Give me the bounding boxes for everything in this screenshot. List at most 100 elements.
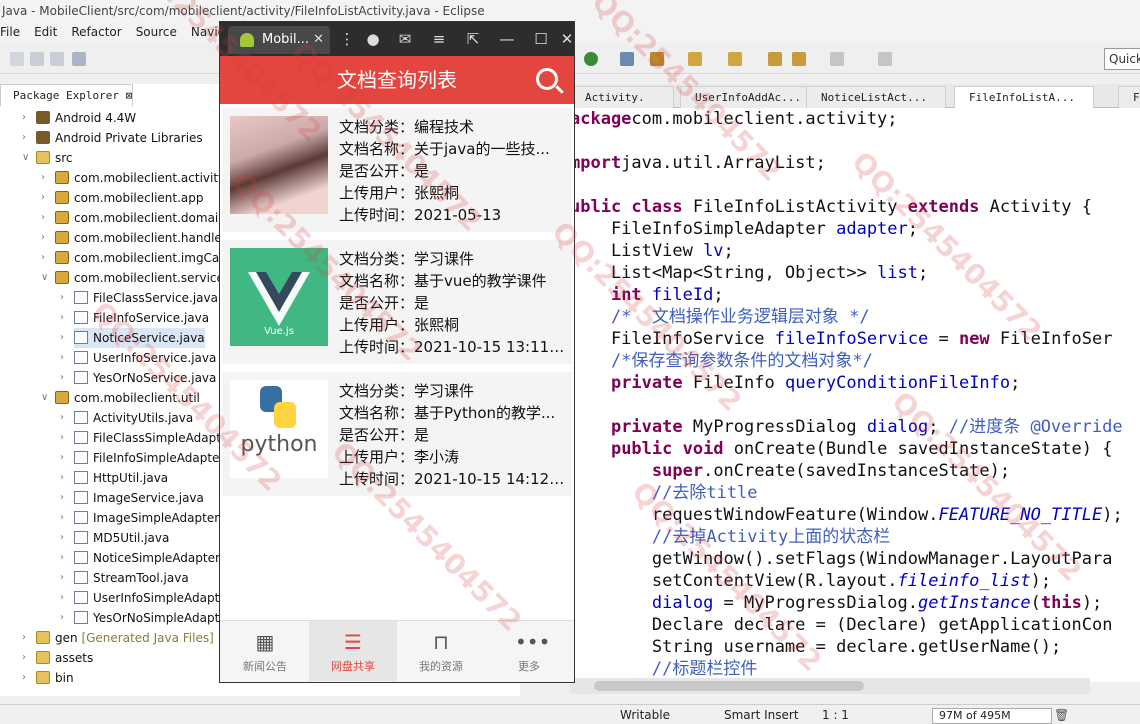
scrollbar-thumb[interactable] (594, 681, 864, 691)
close-icon[interactable]: ✕ (313, 26, 324, 54)
tree-item[interactable]: › com.mobileclient.app (41, 188, 204, 208)
collapsed-icon[interactable]: › (60, 468, 64, 488)
expanded-icon[interactable]: ∨ (41, 388, 48, 408)
collapsed-icon[interactable]: › (22, 128, 26, 148)
tree-item[interactable]: › YesOrNoSimpleAdapt (60, 608, 219, 628)
collapsed-icon[interactable]: › (60, 548, 64, 568)
tree-item[interactable]: › com.mobileclient.handler (41, 228, 227, 248)
file-item[interactable]: python 文档分类：学习课件 文档名称：基于Python的教学... 是否公开：是… (222, 372, 572, 496)
collapsed-icon[interactable]: › (60, 608, 64, 628)
collapsed-icon[interactable]: › (22, 648, 26, 668)
wand-icon[interactable] (650, 52, 664, 66)
collapsed-icon[interactable]: › (41, 208, 45, 228)
account-icon[interactable]: ● (364, 30, 382, 48)
collapsed-icon[interactable]: › (60, 288, 64, 308)
tree-item[interactable]: › NoticeSimpleAdapter. (60, 548, 223, 568)
debug-icon[interactable] (620, 52, 634, 66)
collapsed-icon[interactable]: › (60, 588, 64, 608)
tree-item[interactable]: › YesOrNoService.java (60, 368, 216, 388)
expanded-icon[interactable]: ∨ (41, 268, 48, 288)
horizontal-scrollbar[interactable] (570, 678, 1090, 694)
collapsed-icon[interactable]: › (22, 628, 26, 648)
collapsed-icon[interactable]: › (41, 168, 45, 188)
menu-edit[interactable]: Edit (34, 22, 57, 42)
tree-item[interactable]: › gen [Generated Java Files] (22, 628, 214, 648)
tree-item[interactable]: › com.mobileclient.activity (41, 168, 225, 188)
tree-item[interactable]: › ImageSimpleAdapter. (60, 508, 222, 528)
collapsed-icon[interactable]: › (22, 668, 26, 688)
tree-item[interactable]: › HttpUtil.java (60, 468, 168, 488)
trash-icon[interactable]: 🗑 (1054, 705, 1069, 724)
nav-item[interactable]: ☰ 网盘共享 (309, 621, 397, 681)
collapsed-icon[interactable]: › (22, 108, 26, 128)
editor-tab[interactable]: UserInfoAddAc... (680, 86, 820, 108)
tree-item[interactable]: › ImageService.java (60, 488, 204, 508)
file-item[interactable]: Vue.js 文档分类：学习课件 文档名称：基于vue的教学课件 是否公开：是 上传用户… (222, 240, 572, 364)
save-icon[interactable] (30, 52, 44, 66)
menu-source[interactable]: Source (136, 22, 177, 42)
tree-item[interactable]: › Android 4.4W (22, 108, 136, 128)
collapsed-icon[interactable]: › (60, 348, 64, 368)
menu-refactor[interactable]: Refactor (71, 22, 121, 42)
nav-item[interactable]: ⊓ 我的资源 (397, 621, 485, 681)
tree-item[interactable]: › com.mobileclient.domain (41, 208, 226, 228)
editor-tab[interactable]: NoticeListAct... (806, 86, 946, 108)
collapsed-icon[interactable]: › (41, 248, 45, 268)
collapsed-icon[interactable]: › (60, 488, 64, 508)
print-icon[interactable] (72, 52, 86, 66)
tree-item[interactable]: › com.mobileclient.imgCac (41, 248, 226, 268)
collapsed-icon[interactable]: › (60, 308, 64, 328)
tree-item[interactable]: › ActivityUtils.java (60, 408, 193, 428)
editor-tab[interactable]: FileInfoListA... (954, 86, 1094, 108)
tree-item[interactable]: › UserInfoService.java (60, 348, 216, 368)
menu-dots-icon[interactable]: ⋮ (338, 30, 356, 48)
pin-icon[interactable] (878, 52, 892, 66)
tree-item[interactable]: › FileInfoSimpleAdapter (60, 448, 224, 468)
tree-item[interactable]: › UserInfoSimpleAdapte (60, 588, 227, 608)
tree-item[interactable]: ∨ src (22, 148, 73, 168)
menu-file[interactable]: File (0, 22, 20, 42)
tree-item[interactable]: ∨ com.mobileclient.service (41, 268, 224, 288)
collapsed-icon[interactable]: › (60, 368, 64, 388)
emulator-tab[interactable]: Mobil... ✕ (228, 26, 330, 54)
nav-item[interactable]: ▦ 新闻公告 (221, 621, 309, 681)
collapsed-icon[interactable]: › (60, 408, 64, 428)
tree-item[interactable]: › Android Private Libraries (22, 128, 203, 148)
back-icon[interactable] (792, 52, 806, 66)
expanded-icon[interactable]: ∨ (22, 148, 29, 168)
package-explorer-tab[interactable]: Package Explorer ⊠ (0, 84, 134, 106)
collapsed-icon[interactable]: › (60, 428, 64, 448)
tree-item[interactable]: ∨ com.mobileclient.util (41, 388, 200, 408)
tree-item[interactable]: › FileInfoService.java (60, 308, 209, 328)
editor-tab[interactable]: Activity. (570, 86, 674, 108)
last-edit-icon[interactable] (768, 52, 782, 66)
collapsed-icon[interactable]: › (60, 448, 64, 468)
maximize-icon[interactable]: ☐ (532, 30, 550, 48)
collapsed-icon[interactable]: › (60, 568, 64, 588)
minimize-icon[interactable]: — (498, 30, 516, 48)
tree-item[interactable]: › FileClassSimpleAdapter (60, 428, 233, 448)
tree-item[interactable]: › MD5Util.java (60, 528, 169, 548)
save-all-icon[interactable] (50, 52, 64, 66)
nav-item[interactable]: ••• 更多 (485, 621, 573, 681)
collapsed-icon[interactable]: › (60, 328, 64, 348)
new-icon[interactable] (10, 52, 24, 66)
collapsed-icon[interactable]: › (41, 188, 45, 208)
quick-access-input[interactable]: Quick (1104, 48, 1140, 70)
editor-tab[interactable]: F (1118, 86, 1140, 108)
collapsed-icon[interactable]: › (60, 528, 64, 548)
collapsed-icon[interactable]: › (41, 228, 45, 248)
run-icon[interactable] (584, 52, 598, 66)
close-window-icon[interactable]: ✕ (558, 30, 576, 48)
collapsed-icon[interactable]: › (60, 508, 64, 528)
tree-item[interactable]: › StreamTool.java (60, 568, 189, 588)
code-editor[interactable]: ackagecom.mobileclient.activity; mportjav… (570, 108, 1140, 682)
next-annotation-icon[interactable] (688, 52, 702, 66)
prev-annotation-icon[interactable] (728, 52, 742, 66)
hamburger-icon[interactable]: ≡ (430, 30, 448, 48)
tree-item[interactable]: › FileClassService.java (60, 288, 218, 308)
search-icon[interactable] (536, 68, 558, 90)
mail-icon[interactable]: ✉ (396, 30, 414, 48)
forward-icon[interactable] (830, 52, 844, 66)
file-item[interactable]: 文档分类：编程技术 文档名称：关于java的一些技... 是否公开：是 上传用户：张熙… (222, 108, 572, 232)
